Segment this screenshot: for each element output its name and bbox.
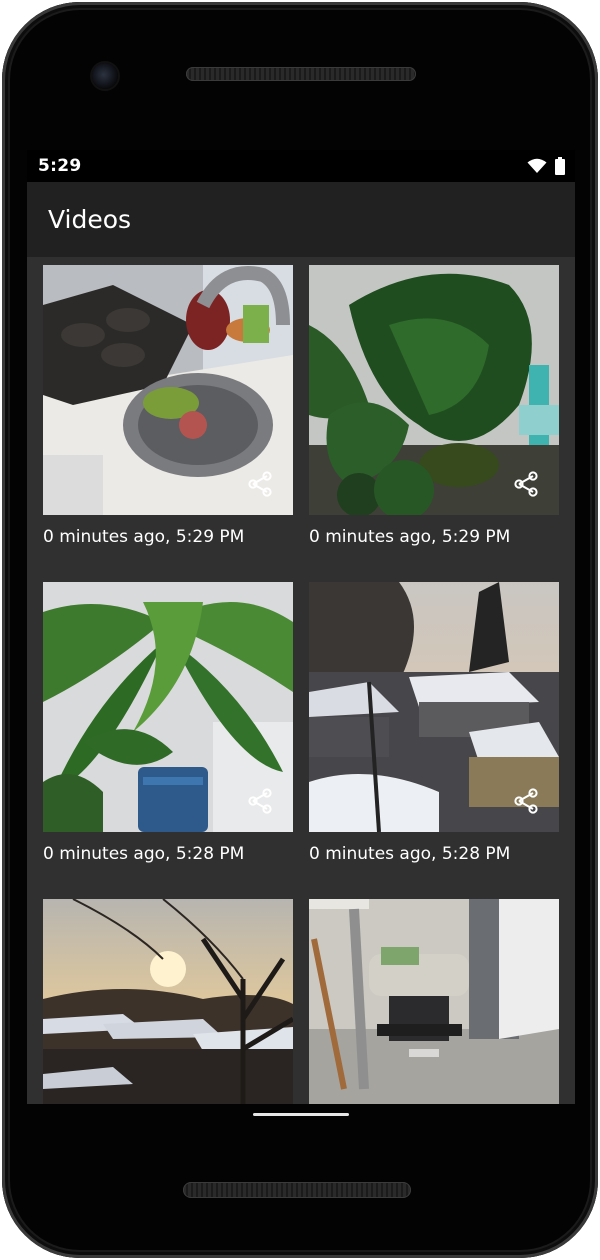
video-item[interactable]: 0 minutes ago, 5:29 PM <box>43 265 293 547</box>
video-item[interactable]: 0 minutes ago, 5:28 PM <box>309 582 559 864</box>
video-caption: 0 minutes ago, 5:29 PM <box>309 527 511 547</box>
video-item[interactable]: 0 minutes ago, 5:29 PM <box>309 265 559 547</box>
front-camera <box>92 63 118 89</box>
video-item[interactable]: 0 minutes ago, 5:28 PM <box>43 582 293 864</box>
app-bar: Videos <box>27 182 575 257</box>
wifi-icon <box>527 158 547 173</box>
page-title: Videos <box>48 205 132 234</box>
video-thumbnail[interactable] <box>309 265 559 515</box>
video-thumbnail[interactable] <box>43 582 293 832</box>
screen: 5:29 Videos 0 minutes ago, 5:29 PM 0 min… <box>27 150 575 1104</box>
bottom-speaker <box>183 1182 411 1198</box>
video-item[interactable] <box>309 899 559 1104</box>
share-icon[interactable] <box>513 471 539 497</box>
video-thumbnail[interactable] <box>309 899 559 1104</box>
status-bar: 5:29 <box>27 150 575 182</box>
video-item[interactable] <box>43 899 293 1104</box>
video-caption: 0 minutes ago, 5:29 PM <box>43 527 245 547</box>
gesture-nav-handle[interactable] <box>253 1113 349 1116</box>
video-caption: 0 minutes ago, 5:28 PM <box>309 844 511 864</box>
video-thumbnail[interactable] <box>43 265 293 515</box>
status-time: 5:29 <box>38 156 82 176</box>
video-thumbnail[interactable] <box>43 899 293 1104</box>
earpiece-speaker <box>186 67 416 81</box>
share-icon[interactable] <box>513 788 539 814</box>
video-grid: 0 minutes ago, 5:29 PM 0 minutes ago, 5:… <box>27 257 575 1104</box>
thumbnail-image <box>309 899 559 1104</box>
video-caption: 0 minutes ago, 5:28 PM <box>43 844 245 864</box>
status-icons <box>527 157 565 175</box>
share-icon[interactable] <box>247 471 273 497</box>
video-thumbnail[interactable] <box>309 582 559 832</box>
thumbnail-image <box>43 899 293 1104</box>
share-icon[interactable] <box>247 788 273 814</box>
battery-icon <box>555 157 565 175</box>
